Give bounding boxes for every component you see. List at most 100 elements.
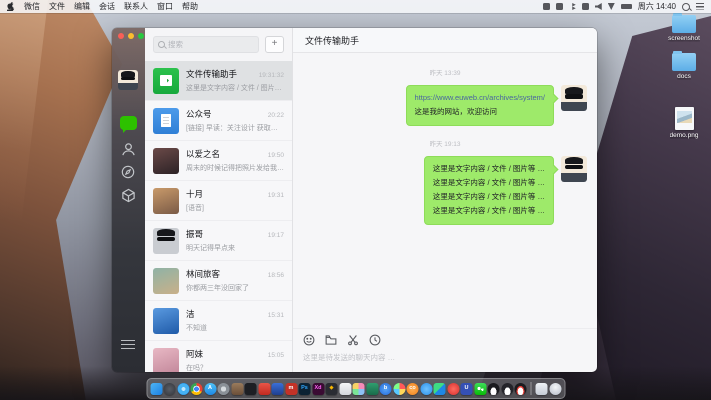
search-input[interactable]: 搜索 [153, 36, 259, 53]
dock-downloads-stack[interactable] [536, 383, 548, 395]
chat-name: 阿妹 [186, 348, 265, 360]
dock-app[interactable] [272, 383, 284, 395]
screenshot-icon[interactable] [347, 334, 359, 346]
traffic-lights [118, 33, 144, 39]
desktop-icon[interactable]: screenshot [660, 15, 708, 42]
desktop-icon-thumb [672, 15, 696, 33]
chat-list-item[interactable]: 以爱之名 19:50 周末的时候记得把照片发给我… [145, 141, 292, 181]
dock-app[interactable] [420, 383, 432, 395]
message-input[interactable]: 这里是待发送的聊天内容 … [303, 352, 587, 363]
message-bubble[interactable]: https://www.euweb.cn/archives/system/ 这是… [406, 85, 554, 126]
discover-tab-icon[interactable] [121, 165, 135, 179]
menu-clock[interactable]: 周六 14:40 [638, 1, 676, 12]
chat-history-icon[interactable] [369, 334, 381, 346]
input-area: 这里是待发送的聊天内容 … [293, 328, 597, 372]
menu-item[interactable]: 联系人 [124, 1, 148, 12]
dock-app[interactable]: U [461, 383, 473, 395]
message-bubble[interactable]: 这里是文字内容 / 文件 / 图片等 … 这里是文字内容 / 文件 / 图片等 … [424, 156, 554, 225]
dock-app[interactable] [474, 383, 486, 395]
menu-item[interactable]: 文件 [49, 1, 65, 12]
battery-icon[interactable] [621, 4, 632, 9]
desktop-icon[interactable]: docs [660, 53, 708, 80]
chat-list-item[interactable]: 振哥 19:17 明天记得早点来 [145, 221, 292, 261]
close-button[interactable] [118, 33, 124, 39]
message-text: 这是我的网站，欢迎访问 [415, 105, 545, 119]
send-file-icon[interactable] [325, 334, 337, 346]
desktop-icon[interactable]: demo.png [660, 107, 708, 139]
menu-item[interactable]: 窗口 [157, 1, 173, 12]
profile-avatar[interactable] [118, 70, 138, 90]
menu-item[interactable]: 会话 [99, 1, 115, 12]
chats-tab-icon[interactable] [120, 116, 137, 130]
dock-app[interactable] [501, 383, 513, 395]
dock-app[interactable] [488, 383, 500, 395]
menu-item[interactable]: 帮助 [182, 1, 198, 12]
dock-app[interactable] [393, 383, 405, 395]
notification-center-icon[interactable] [696, 3, 704, 10]
chat-list-panel: 搜索 + 文件传输助手 19:31:32 这里是文字内容 / 文件 / 图片等… [145, 28, 293, 372]
dock-app[interactable] [366, 383, 378, 395]
dock-app[interactable] [258, 383, 270, 395]
dock-app[interactable] [231, 383, 243, 395]
dock-app[interactable]: m [285, 383, 297, 395]
dock-app[interactable]: co [407, 383, 419, 395]
menu-item[interactable]: 微信 [24, 1, 40, 12]
dock-app[interactable] [164, 383, 176, 395]
dock-trash[interactable] [549, 383, 561, 395]
dock-app[interactable] [191, 383, 203, 395]
volume-icon[interactable] [595, 3, 602, 10]
mini-apps-tab-icon[interactable] [121, 188, 136, 203]
menu-status-area: 周六 14:40 [543, 1, 704, 12]
sync-icon[interactable] [543, 3, 550, 10]
minimize-button[interactable] [128, 33, 134, 39]
desktop: 微信 文件 编辑 会话 联系人 窗口 帮助 [0, 0, 711, 400]
dock-app[interactable]: Ps [299, 383, 311, 395]
zoom-button[interactable] [138, 33, 144, 39]
input-source-icon[interactable] [582, 3, 589, 10]
chat-preview: 在吗？ [186, 363, 284, 372]
search-icon [158, 41, 165, 48]
chat-preview: 这里是文字内容 / 文件 / 图片等… [186, 83, 284, 93]
airplay-icon[interactable] [556, 3, 563, 10]
chat-preview: 周末的时候记得把照片发给我… [186, 163, 284, 173]
dock-app[interactable]: Xd [312, 383, 324, 395]
contacts-tab-icon[interactable] [121, 142, 136, 157]
chat-list: 文件传输助手 19:31:32 这里是文字内容 / 文件 / 图片等… 公众号 [145, 61, 292, 372]
dock-app[interactable] [218, 383, 230, 395]
dock-app[interactable]: ◆ [326, 383, 338, 395]
dock-app[interactable] [245, 383, 257, 395]
chat-name: 洁 [186, 308, 265, 320]
menu-item[interactable]: 编辑 [74, 1, 90, 12]
emoji-icon[interactable] [303, 334, 315, 346]
desktop-icon-label: screenshot [668, 35, 700, 42]
dock-app[interactable]: b [380, 383, 392, 395]
dock-app[interactable] [150, 383, 162, 395]
my-avatar[interactable] [561, 156, 587, 182]
dock-app[interactable]: A [204, 383, 216, 395]
chat-list-item[interactable]: 公众号 20:22 [链接] 早读：关注设计 获取资… [145, 101, 292, 141]
wifi-icon[interactable] [608, 3, 615, 10]
dock-app[interactable] [339, 383, 351, 395]
dock-app[interactable] [353, 383, 365, 395]
dock-app[interactable] [177, 383, 189, 395]
new-chat-button[interactable]: + [265, 36, 284, 53]
conversation-header: 文件传输助手 [293, 28, 597, 53]
dock-app[interactable] [515, 383, 527, 395]
conversation-panel: 文件传输助手 昨天 13:39 https://www.euweb.cn/arc… [293, 28, 597, 372]
chat-list-item[interactable]: 林间旅客 18:56 你都两三年没回家了 [145, 261, 292, 301]
bluetooth-icon[interactable] [569, 3, 576, 10]
apple-menu-icon[interactable] [7, 2, 15, 11]
dock-app[interactable] [447, 383, 459, 395]
chat-list-item[interactable]: 洁 15:31 不知道 [145, 301, 292, 341]
spotlight-icon[interactable] [682, 3, 690, 11]
chat-list-item[interactable]: 文件传输助手 19:31:32 这里是文字内容 / 文件 / 图片等… [145, 61, 292, 101]
dock-app[interactable] [434, 383, 446, 395]
chat-avatar [153, 228, 179, 254]
my-avatar[interactable] [561, 85, 587, 111]
chat-time: 15:05 [268, 352, 284, 359]
chat-time: 15:31 [268, 312, 284, 319]
chat-list-item[interactable]: 十月 19:31 [语音] [145, 181, 292, 221]
more-menu-icon[interactable] [121, 340, 135, 349]
input-toolbar [303, 334, 587, 346]
chat-list-item[interactable]: 阿妹 15:05 在吗？ [145, 341, 292, 372]
